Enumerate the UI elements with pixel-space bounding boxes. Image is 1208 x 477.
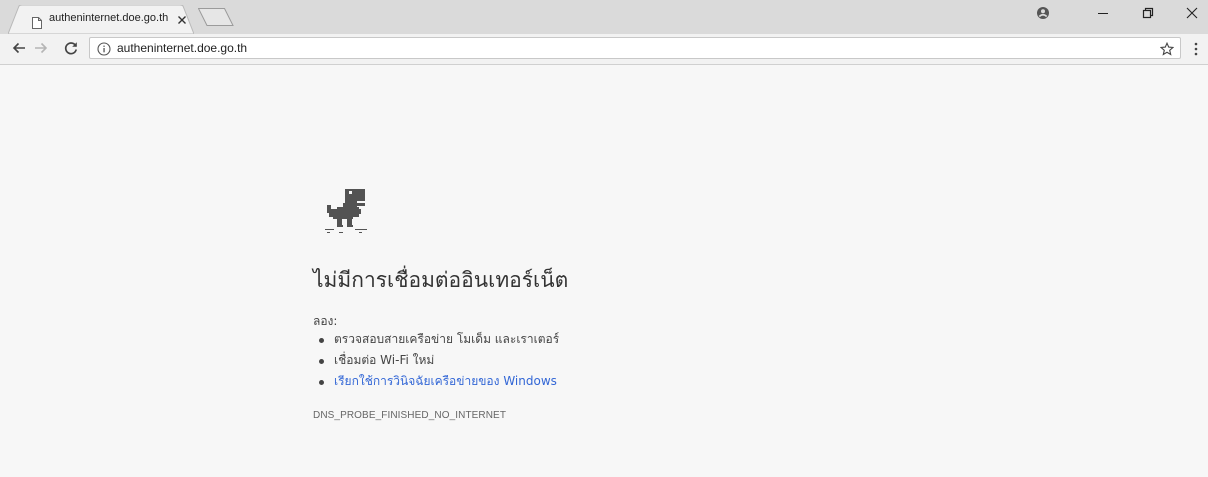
address-bar[interactable]: autheninternet.doe.go.th [89, 37, 1181, 59]
run-network-diagnostics-link[interactable]: เรียกใช้การวินิจฉัยเครือข่ายของ Windows [313, 371, 559, 392]
suggestion-check-network: ตรวจสอบสายเครือข่าย โมเด็ม และเราเตอร์ [313, 329, 559, 350]
restore-icon[interactable] [1130, 0, 1166, 26]
browser-toolbar: autheninternet.doe.go.th [0, 34, 1208, 65]
close-icon[interactable] [1174, 0, 1208, 26]
title-bar: autheninternet.doe.go.th [0, 0, 1208, 34]
page-icon [32, 14, 42, 29]
suggestion-reconnect-wifi: เชื่อมต่อ Wi-Fi ใหม่ [313, 350, 559, 371]
star-icon[interactable] [1159, 41, 1175, 56]
user-profile-icon[interactable] [1025, 0, 1061, 26]
url-text[interactable]: autheninternet.doe.go.th [117, 41, 247, 55]
reload-icon[interactable] [61, 38, 81, 58]
tab-title: autheninternet.doe.go.th [49, 12, 169, 24]
offline-dino-icon [325, 187, 369, 237]
minimize-icon[interactable] [1085, 0, 1121, 26]
back-arrow-icon[interactable] [9, 38, 29, 58]
error-code: DNS_PROBE_FINISHED_NO_INTERNET [313, 410, 507, 421]
page-title: ไม่มีการเชื่อมต่ออินเทอร์เน็ต [313, 268, 569, 292]
info-icon[interactable] [97, 41, 111, 56]
new-tab-button[interactable] [197, 8, 234, 26]
suggestion-list: ตรวจสอบสายเครือข่าย โมเด็ม และเราเตอร์ เ… [313, 329, 559, 392]
browser-tab[interactable]: autheninternet.doe.go.th [8, 5, 194, 34]
forward-arrow-icon[interactable] [31, 38, 51, 58]
error-page: ไม่มีการเชื่อมต่ออินเทอร์เน็ต ลอง: ตรวจส… [0, 65, 1208, 477]
more-vert-icon[interactable] [1190, 40, 1202, 58]
close-icon[interactable] [175, 12, 189, 26]
